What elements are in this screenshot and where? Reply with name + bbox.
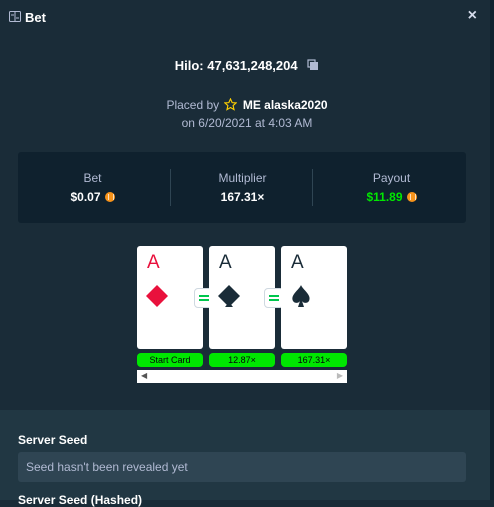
horizontal-scrollbar[interactable]: ◀ ▶ bbox=[137, 370, 347, 383]
divider bbox=[312, 169, 313, 206]
bitcoin-icon bbox=[406, 192, 417, 202]
server-seed-label: Server Seed bbox=[18, 433, 88, 447]
card-rank: A bbox=[291, 252, 304, 273]
scroll-left-icon[interactable]: ◀ bbox=[141, 371, 147, 380]
scrollbar-track[interactable] bbox=[490, 0, 494, 500]
server-seed-field[interactable]: Seed hasn't been revealed yet bbox=[18, 452, 466, 482]
seeds-section: Server Seed Seed hasn't been revealed ye… bbox=[0, 410, 494, 507]
multiplier-stat: Multiplier 167.31× bbox=[168, 152, 317, 223]
copy-icon[interactable] bbox=[307, 59, 319, 71]
modal-header: Bet × bbox=[0, 0, 494, 34]
bet-label: Bet bbox=[83, 171, 102, 185]
game-id: Hilo: 47,631,248,204 bbox=[0, 58, 494, 73]
payout-stat: Payout $11.89 bbox=[317, 152, 466, 223]
card-3: A bbox=[281, 246, 347, 349]
card-multiplier-badge: Start Card bbox=[137, 353, 203, 367]
spade-icon bbox=[292, 285, 310, 307]
placed-by-line: Placed by ME alaska2020 bbox=[0, 98, 494, 112]
placed-by-user[interactable]: ME alaska2020 bbox=[243, 98, 328, 112]
server-seed-hashed-label: Server Seed (Hashed) bbox=[18, 493, 143, 507]
bet-date: on 6/20/2021 at 4:03 AM bbox=[181, 116, 313, 130]
payout-value: $11.89 bbox=[317, 190, 466, 204]
bet-amount: $0.07 bbox=[70, 190, 101, 204]
bet-stat: Bet $0.07 bbox=[18, 152, 167, 223]
card-multiplier-badge: 167.31× bbox=[281, 353, 347, 367]
scroll-right-icon[interactable]: ▶ bbox=[337, 371, 343, 380]
bitcoin-icon bbox=[104, 192, 115, 202]
payout-label: Payout bbox=[372, 171, 411, 185]
multiplier-value: 167.31× bbox=[220, 190, 265, 204]
game-id-label: Hilo: 47,631,248,204 bbox=[174, 58, 298, 73]
placed-by-prefix: Placed by bbox=[166, 98, 220, 112]
bet-stats-panel: Bet $0.07 Multiplier 167.31× Payout $11.… bbox=[18, 152, 466, 223]
bet-value: $0.07 bbox=[18, 190, 167, 204]
diamond-icon bbox=[146, 285, 168, 307]
close-icon[interactable]: × bbox=[468, 8, 477, 24]
club-icon bbox=[218, 285, 240, 307]
multiplier-label: Multiplier bbox=[218, 171, 267, 185]
modal-title: Bet bbox=[25, 10, 46, 25]
card-multiplier-badge: 12.87× bbox=[209, 353, 275, 367]
bet-ticket-icon bbox=[9, 11, 21, 22]
card-rank: A bbox=[219, 252, 232, 273]
hilo-card-history: A A A Start Card 12.87× 167.31× ◀ ▶ bbox=[137, 246, 347, 386]
star-icon bbox=[224, 98, 238, 111]
payout-amount: $11.89 bbox=[366, 190, 403, 204]
card-rank: A bbox=[147, 252, 160, 273]
